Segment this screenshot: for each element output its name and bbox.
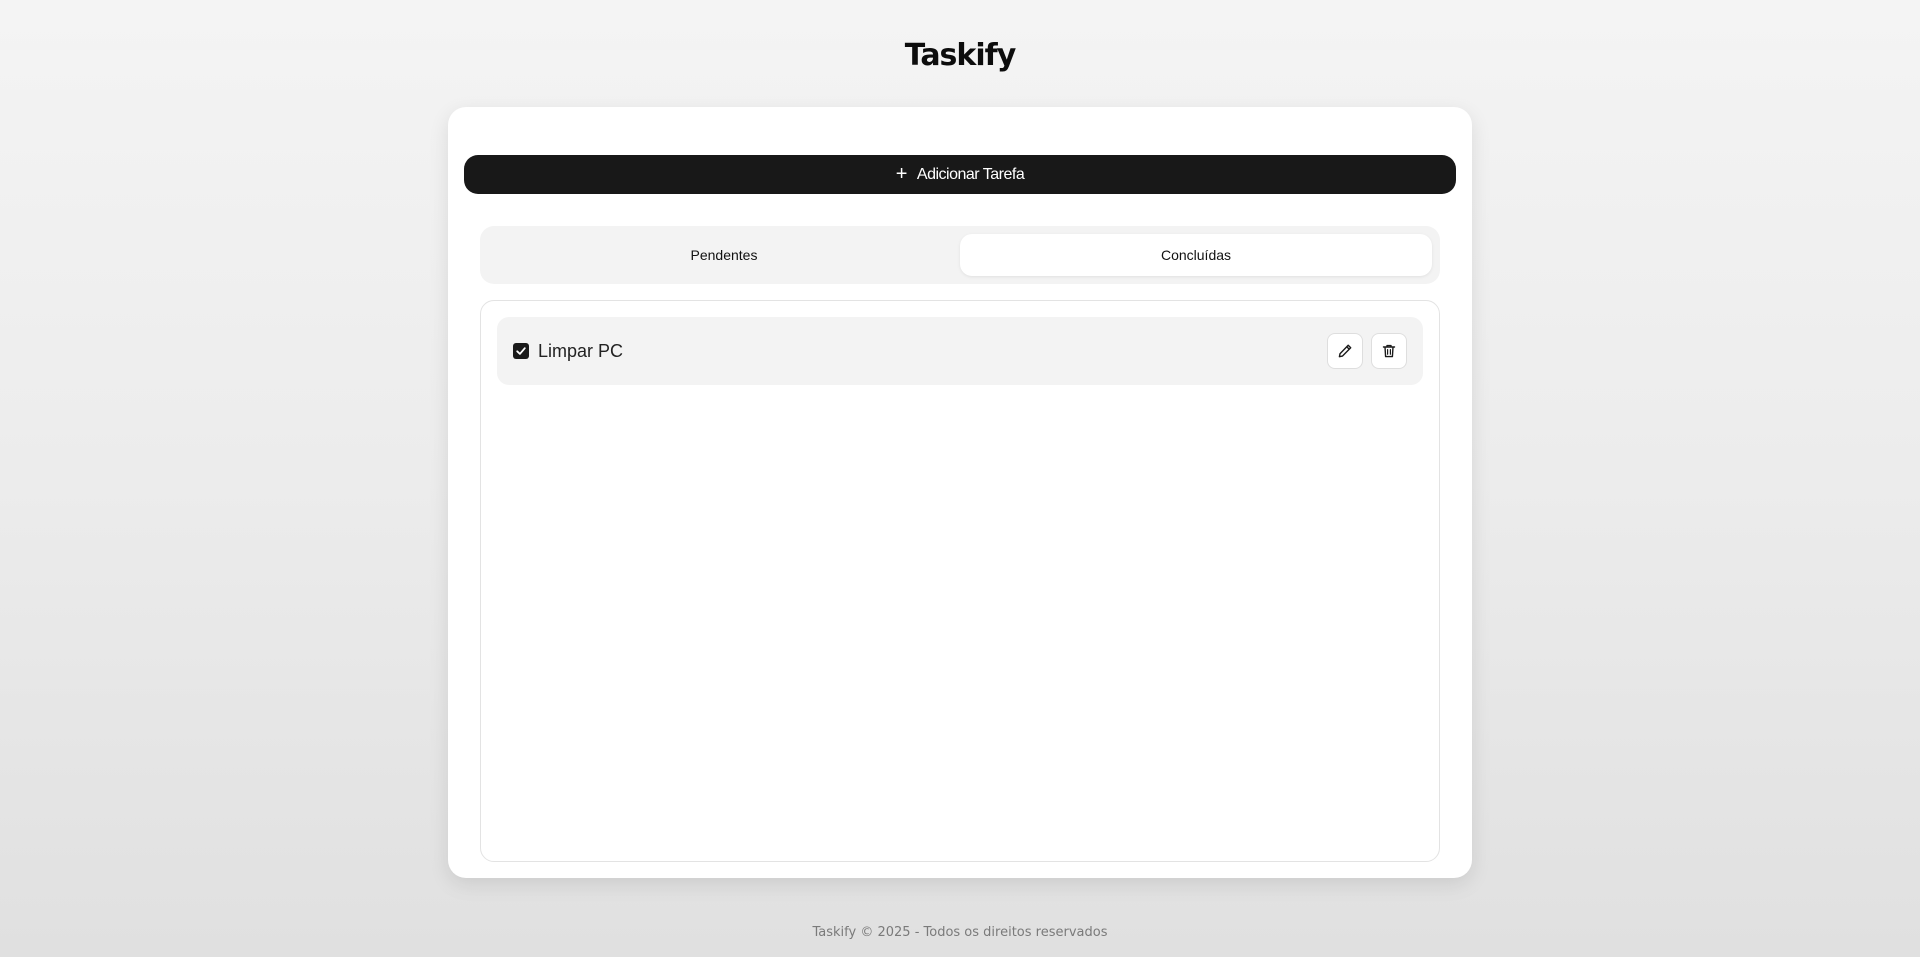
- add-task-label: Adicionar Tarefa: [916, 165, 1025, 183]
- task-list-panel: Limpar PC: [480, 300, 1440, 862]
- edit-task-button[interactable]: [1327, 333, 1363, 369]
- delete-task-button[interactable]: [1371, 333, 1407, 369]
- task-actions: [1327, 333, 1407, 369]
- task-tabs: Pendentes Concluídas: [480, 226, 1440, 284]
- pencil-icon: [1338, 344, 1352, 358]
- main-card: + Adicionar Tarefa Pendentes Concluídas …: [448, 107, 1472, 878]
- task-checkbox[interactable]: [513, 343, 529, 359]
- app-title: Taskify: [904, 38, 1017, 73]
- footer-copyright: Taskify © 2025 - Todos os direitos reser…: [812, 925, 1108, 940]
- tab-pendentes[interactable]: Pendentes: [488, 234, 960, 276]
- check-icon: [516, 347, 526, 355]
- task-item: Limpar PC: [497, 317, 1423, 385]
- add-task-button[interactable]: + Adicionar Tarefa: [464, 155, 1456, 194]
- trash-icon: [1382, 344, 1396, 358]
- task-label: Limpar PC: [538, 340, 624, 361]
- tab-concluidas[interactable]: Concluídas: [960, 234, 1432, 276]
- plus-icon: +: [895, 163, 908, 185]
